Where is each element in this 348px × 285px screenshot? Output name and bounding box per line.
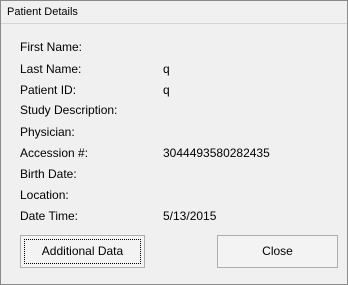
patient-details-dialog: Patient Details First Name: Last Name: q… (0, 0, 348, 285)
location-label: Location: (20, 188, 69, 202)
date-time-value: 5/13/2015 (163, 209, 217, 223)
physician-label: Physician: (20, 125, 75, 139)
dialog-title: Patient Details (7, 6, 78, 18)
additional-data-button[interactable]: Additional Data (20, 235, 145, 268)
close-button[interactable]: Close (217, 235, 338, 268)
patient-id-label: Patient ID: (20, 83, 77, 97)
accession-number-label: Accession #: (20, 146, 89, 160)
last-name-value: q (163, 62, 170, 76)
study-description-label: Study Description: (20, 103, 118, 117)
first-name-label: First Name: (20, 40, 83, 54)
title-bar: Patient Details (1, 1, 347, 24)
birth-date-label: Birth Date: (20, 167, 77, 181)
date-time-label: Date Time: (20, 209, 79, 223)
last-name-label: Last Name: (20, 62, 82, 76)
accession-number-value: 3044493580282435 (163, 146, 270, 160)
patient-id-value: q (163, 83, 170, 97)
